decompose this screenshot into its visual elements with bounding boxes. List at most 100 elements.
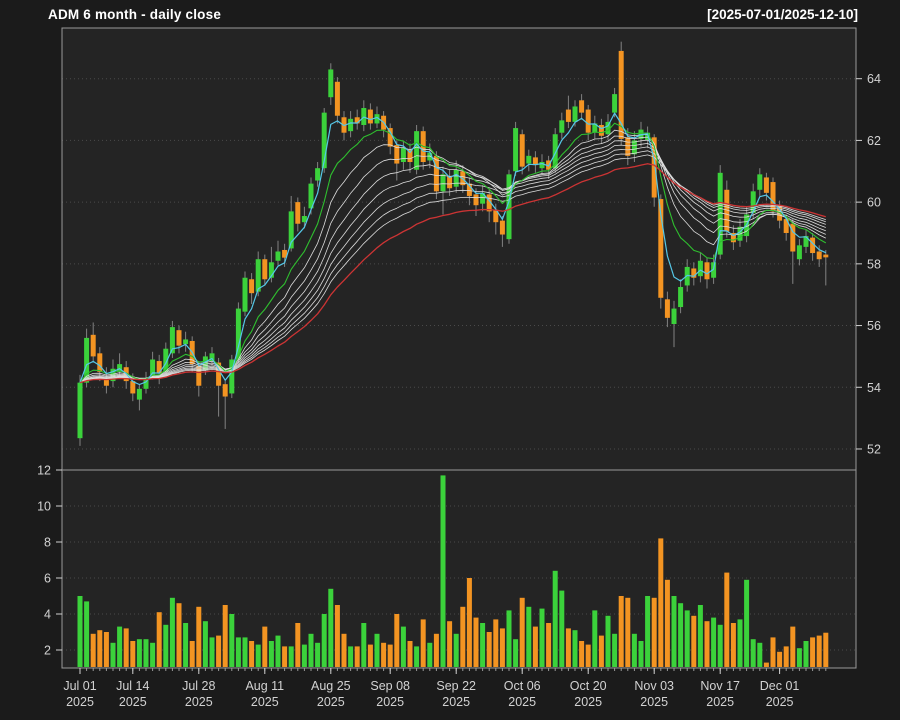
volume-bar xyxy=(711,618,716,667)
volume-bar xyxy=(427,643,432,667)
x-axis-label-year: 2025 xyxy=(442,695,470,709)
volume-bar xyxy=(177,603,182,667)
volume-axis-label: 6 xyxy=(44,572,51,586)
price-axis-label: 62 xyxy=(867,134,881,148)
candle xyxy=(665,299,670,318)
candle xyxy=(276,251,281,260)
x-axis-label-year: 2025 xyxy=(574,695,602,709)
volume-bar xyxy=(150,643,155,667)
candle xyxy=(757,174,762,189)
price-axis-label: 52 xyxy=(867,442,881,456)
volume-axis-label: 12 xyxy=(37,464,51,478)
volume-bar xyxy=(784,646,789,667)
adm-chart-window: ADM 6 month - daily close [2025-07-01/20… xyxy=(0,0,900,720)
candle xyxy=(573,106,578,121)
volume-bar xyxy=(566,628,571,667)
volume-bar xyxy=(559,591,564,667)
volume-axis-label: 4 xyxy=(44,608,51,622)
candle xyxy=(678,287,683,307)
volume-bar xyxy=(797,648,802,667)
x-axis-label-year: 2025 xyxy=(640,695,668,709)
price-volume-chart: 5254565860626424681012Jul 012025Jul 1420… xyxy=(0,0,900,720)
candle xyxy=(632,140,637,154)
volume-bar xyxy=(249,641,254,667)
volume-bar xyxy=(724,573,729,667)
candle xyxy=(335,82,340,116)
candle xyxy=(764,177,769,192)
candle xyxy=(295,202,300,224)
x-axis-label-date: Nov 03 xyxy=(634,679,674,693)
x-axis-label-date: Aug 11 xyxy=(245,679,284,693)
volume-bar xyxy=(203,621,208,667)
volume-bar xyxy=(256,645,261,667)
candle xyxy=(414,131,419,170)
volume-bar xyxy=(269,641,274,667)
volume-bar xyxy=(592,610,597,667)
volume-bar xyxy=(97,630,102,667)
x-axis-label-date: Jul 01 xyxy=(63,679,96,693)
candle xyxy=(315,168,320,180)
volume-bar xyxy=(236,637,241,667)
volume-bar xyxy=(408,641,413,667)
candle xyxy=(434,156,439,191)
volume-bar xyxy=(823,633,828,667)
volume-bar xyxy=(731,623,736,667)
x-axis-label-date: Oct 06 xyxy=(504,679,541,693)
volume-bar xyxy=(342,634,347,667)
volume-bar xyxy=(738,619,743,667)
volume-bar xyxy=(375,634,380,667)
volume-bar xyxy=(434,634,439,667)
volume-bar xyxy=(414,646,419,667)
volume-bar xyxy=(216,636,221,667)
volume-bar xyxy=(790,627,795,667)
x-axis-label-year: 2025 xyxy=(185,695,213,709)
volume-axis-label: 8 xyxy=(44,536,51,550)
candle xyxy=(223,384,228,396)
volume-bar xyxy=(658,538,663,667)
candle xyxy=(625,137,630,156)
x-axis-label-date: Oct 20 xyxy=(570,679,607,693)
candle xyxy=(78,383,83,439)
candle xyxy=(368,110,373,124)
volume-bar xyxy=(335,605,340,667)
x-axis-label-year: 2025 xyxy=(508,695,536,709)
volume-bar xyxy=(348,646,353,667)
price-axis-label: 54 xyxy=(867,381,881,395)
volume-bar xyxy=(196,607,201,667)
candle xyxy=(500,221,505,235)
candle xyxy=(454,170,459,187)
volume-bar xyxy=(210,637,215,667)
price-axis-label: 56 xyxy=(867,319,881,333)
candle xyxy=(474,194,479,205)
volume-bar xyxy=(520,598,525,667)
volume-bar xyxy=(315,643,320,667)
volume-bar xyxy=(229,614,234,667)
candle xyxy=(520,134,525,166)
candle xyxy=(361,108,366,125)
volume-bar xyxy=(381,643,386,667)
volume-bar xyxy=(243,637,248,667)
volume-bar xyxy=(685,610,690,667)
volume-axis-label: 2 xyxy=(44,644,51,658)
candle xyxy=(797,245,802,259)
candle xyxy=(705,262,710,279)
x-axis-label-date: Sep 08 xyxy=(370,679,410,693)
volume-bar xyxy=(111,643,116,667)
volume-bar xyxy=(223,605,228,667)
candle xyxy=(672,309,677,324)
candle xyxy=(328,69,333,97)
volume-bar xyxy=(493,619,498,667)
candle xyxy=(249,279,254,293)
candle xyxy=(540,162,545,168)
volume-bar xyxy=(526,607,531,667)
volume-bar xyxy=(163,625,168,667)
x-axis-label-year: 2025 xyxy=(66,695,94,709)
volume-bar xyxy=(744,580,749,667)
volume-bar xyxy=(467,578,472,667)
volume-bar xyxy=(625,598,630,667)
volume-bar xyxy=(104,632,109,667)
volume-bar xyxy=(302,645,307,667)
x-axis-label-year: 2025 xyxy=(706,695,734,709)
price-axis-label: 60 xyxy=(867,196,881,210)
x-axis-label-date: Nov 17 xyxy=(700,679,740,693)
